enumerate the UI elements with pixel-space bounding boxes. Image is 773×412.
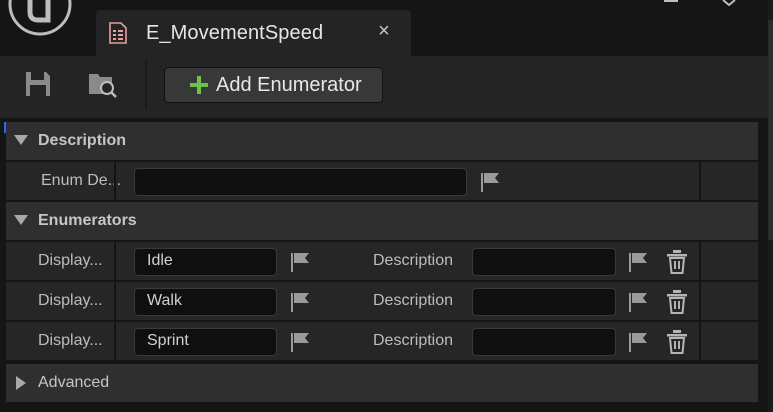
- enum-asset-icon: [109, 22, 127, 44]
- description-field[interactable]: [472, 288, 616, 316]
- display-name-label: Display...: [38, 292, 103, 309]
- column-splitter[interactable]: [114, 242, 116, 280]
- enum-description-field[interactable]: [134, 168, 467, 196]
- chevron-right-icon: [16, 376, 26, 390]
- description-label: Description: [373, 292, 454, 309]
- scrollbar-thumb[interactable]: [768, 20, 773, 240]
- category-advanced[interactable]: Advanced: [6, 364, 758, 402]
- column-splitter[interactable]: [699, 242, 701, 280]
- display-name-label: Display...: [38, 332, 103, 349]
- display-name-label: Display...: [38, 252, 103, 269]
- browse-icon[interactable]: [86, 68, 118, 100]
- display-name-field[interactable]: Walk: [134, 288, 277, 316]
- localization-flag-icon[interactable]: [627, 291, 649, 313]
- localization-flag-icon[interactable]: [289, 331, 311, 353]
- toolbar: Add Enumerator: [0, 56, 773, 118]
- enumerator-row: Display... Sprint Description: [6, 322, 758, 360]
- column-splitter[interactable]: [699, 162, 701, 200]
- column-splitter[interactable]: [699, 322, 701, 360]
- title-bar: E_MovementSpeed ×: [0, 0, 773, 56]
- description-label: Description: [373, 252, 454, 269]
- tab-e-movementspeed[interactable]: E_MovementSpeed ×: [96, 10, 411, 56]
- localization-flag-icon[interactable]: [627, 251, 649, 273]
- tab-title: E_MovementSpeed: [146, 22, 324, 44]
- property-name: Enum De...: [41, 172, 122, 189]
- category-title: Advanced: [38, 374, 110, 391]
- enum-description-row: Enum De...: [6, 162, 758, 200]
- column-splitter[interactable]: [114, 282, 116, 320]
- delete-icon[interactable]: [666, 290, 688, 314]
- display-name-field[interactable]: Sprint: [134, 328, 277, 356]
- description-label: Description: [373, 332, 454, 349]
- tab-close-button[interactable]: ×: [374, 21, 394, 41]
- description-field[interactable]: [472, 328, 616, 356]
- chevron-down-icon: [14, 135, 28, 145]
- display-name-field[interactable]: Idle: [134, 248, 277, 276]
- category-enumerators[interactable]: Enumerators: [6, 202, 758, 240]
- description-field[interactable]: [472, 248, 616, 276]
- column-splitter[interactable]: [114, 162, 116, 200]
- localization-flag-icon[interactable]: [627, 331, 649, 353]
- delete-icon[interactable]: [666, 330, 688, 354]
- enumerator-row: Display... Idle Description: [6, 242, 758, 280]
- minimize-icon[interactable]: [664, 0, 678, 6]
- toolbar-divider: [145, 60, 147, 110]
- category-description[interactable]: Description: [6, 122, 758, 160]
- localization-flag-icon[interactable]: [289, 291, 311, 313]
- delete-icon[interactable]: [666, 250, 688, 274]
- add-enumerator-label: Add Enumerator: [216, 74, 362, 96]
- column-splitter[interactable]: [699, 282, 701, 320]
- unreal-logo[interactable]: [8, 0, 72, 38]
- enumerator-row: Display... Walk Description: [6, 282, 758, 320]
- plus-icon: [190, 76, 208, 94]
- save-icon[interactable]: [22, 68, 54, 100]
- window-close-icon[interactable]: [722, 0, 736, 6]
- category-title: Description: [38, 132, 127, 149]
- add-enumerator-button[interactable]: Add Enumerator: [164, 67, 383, 103]
- column-splitter[interactable]: [114, 322, 116, 360]
- chevron-down-icon: [14, 215, 28, 225]
- localization-flag-icon[interactable]: [479, 171, 501, 193]
- localization-flag-icon[interactable]: [289, 251, 311, 273]
- category-title: Enumerators: [38, 212, 137, 229]
